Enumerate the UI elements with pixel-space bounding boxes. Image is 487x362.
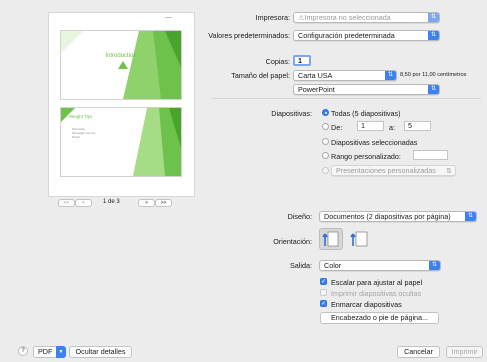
to-input[interactable]: 5 <box>404 121 431 131</box>
chevron-updown-icon: ⇅ <box>445 166 452 175</box>
paper-size-select[interactable]: Carta USA ⇅ <box>293 70 397 81</box>
print-button[interactable]: Imprimir <box>446 346 483 358</box>
from-input[interactable]: 1 <box>357 121 384 131</box>
presets-value: Configuración predeterminada <box>298 31 395 40</box>
printer-value: ⚠Impresora no seleccionada <box>298 13 391 22</box>
paper-size-value: Carta USA <box>298 71 333 80</box>
paper-dimensions: 8,50 por 11,00 centímetros <box>400 72 467 78</box>
output-select[interactable]: Color ⇅ <box>319 260 441 271</box>
orientation-label: Orientación: <box>273 237 312 246</box>
help-icon: ? <box>21 348 25 354</box>
chevron-updown-icon: ⇅ <box>465 212 476 221</box>
app-section-value: PowerPoint <box>298 85 335 94</box>
output-value: Color <box>324 261 342 270</box>
pdf-menu-button[interactable]: PDF ▼ <box>33 346 66 358</box>
page-indicator: 1 de 3 <box>103 199 120 205</box>
cancel-button[interactable]: Cancelar <box>397 346 440 358</box>
output-label: Salida: <box>290 261 312 270</box>
slide-thumbnail-1: Introduction <box>60 30 182 100</box>
slide-number: 2 <box>174 168 176 172</box>
print-hidden-checkbox[interactable] <box>320 289 327 296</box>
selected-slides-label: Diapositivas seleccionadas <box>331 138 418 147</box>
frame-slides-checkbox[interactable]: ✓ <box>320 300 327 307</box>
chevron-updown-icon: ⇅ <box>429 261 440 270</box>
last-page-button[interactable]: >> <box>155 199 172 207</box>
portrait-icon <box>322 231 339 247</box>
hide-details-button[interactable]: Ocultar detalles <box>69 346 132 358</box>
custom-shows-value: Presentaciones personalizadas <box>336 166 436 175</box>
preview-dash: — <box>165 14 172 21</box>
scale-to-fit-checkbox[interactable]: ✓ <box>320 278 327 285</box>
radio-custom-shows[interactable] <box>322 167 329 174</box>
chevron-updown-icon: ⇅ <box>385 71 396 80</box>
paper-size-label: Tamaño del papel: <box>231 71 290 80</box>
scale-to-fit-label: Escalar para ajustar al papel <box>331 278 423 287</box>
layout-value: Documentos (2 diapositivas por página) <box>324 212 451 221</box>
header-footer-button[interactable]: Encabezado o pie de página... <box>320 312 439 324</box>
landscape-orientation-button[interactable] <box>347 228 371 250</box>
custom-range-input[interactable] <box>413 150 448 160</box>
chevron-updown-icon: ⇅ <box>428 31 439 40</box>
printer-select[interactable]: ⚠Impresora no seleccionada ⇅ <box>293 12 440 23</box>
next-page-button[interactable]: > <box>138 199 155 207</box>
print-hidden-label: Imprimir diapositivas ocultas <box>331 289 422 298</box>
presets-select[interactable]: Configuración predeterminada ⇅ <box>293 30 440 41</box>
chevron-updown-icon: ⇅ <box>428 13 439 22</box>
portrait-orientation-button[interactable] <box>319 228 343 250</box>
copies-label: Copias: <box>265 57 290 66</box>
slide-2-title: Weight Tips <box>69 114 93 119</box>
slide-2-bullet: Start slowly <box>72 128 85 131</box>
prev-page-button[interactable]: < <box>75 199 92 207</box>
chevron-updown-icon: ⇅ <box>428 85 439 94</box>
frame-slides-label: Enmarcar diapositivas <box>331 300 402 309</box>
presets-label: Valores predeterminados: <box>208 31 290 40</box>
to-label: a: <box>389 123 395 132</box>
app-section-select[interactable]: PowerPoint ⇅ <box>293 84 440 95</box>
first-page-button[interactable]: << <box>58 199 75 207</box>
all-slides-label: Todas (5 diapositivas) <box>331 109 401 118</box>
custom-range-label: Rango personalizado: <box>331 152 401 161</box>
layout-select[interactable]: Documentos (2 diapositivas por página) ⇅ <box>319 211 477 222</box>
section-divider <box>212 98 481 99</box>
radio-all-slides[interactable] <box>322 109 329 116</box>
chevron-down-icon: ▼ <box>56 346 66 358</box>
landscape-icon <box>350 231 368 247</box>
printer-label: Impresora: <box>255 13 290 22</box>
radio-custom-range[interactable] <box>322 152 329 159</box>
radio-from-to[interactable] <box>322 123 329 130</box>
radio-selected-slides[interactable] <box>322 138 329 145</box>
copies-input[interactable]: 1 <box>293 55 311 66</box>
slide-2-bullet: Stretch <box>72 136 80 139</box>
slide-thumbnail-2: Weight Tips Start slowly Add weight over… <box>60 107 182 177</box>
help-button[interactable]: ? <box>18 346 28 356</box>
layout-label: Diseño: <box>287 212 312 221</box>
from-label: De: <box>331 123 343 132</box>
slide-2-bullet: Add weight over time <box>72 132 96 135</box>
slide-1-title: Introduction <box>105 53 137 59</box>
slides-label: Diapositivas: <box>271 109 312 118</box>
custom-shows-select[interactable]: Presentaciones personalizadas ⇅ <box>331 165 456 176</box>
slide-1-graphic <box>61 31 181 99</box>
